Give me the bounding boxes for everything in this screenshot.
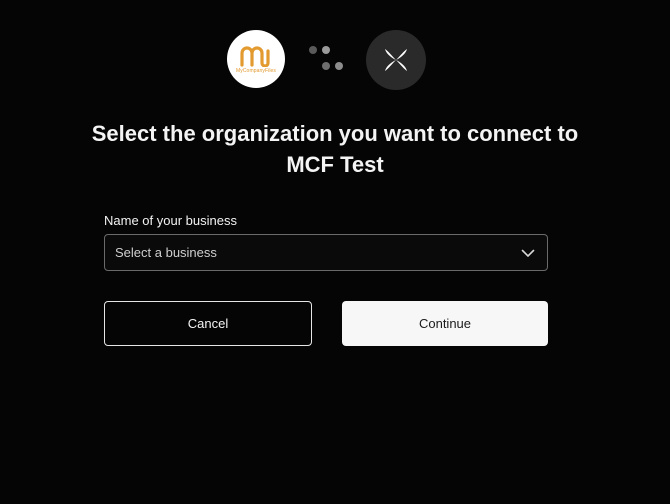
logos-row: MyCompanyFiles — [0, 30, 670, 90]
business-select[interactable]: Select a business — [104, 234, 548, 271]
continue-button[interactable]: Continue — [342, 301, 548, 346]
connect-organization-dialog: MyCompanyFiles Select the organization y… — [0, 0, 670, 504]
mycompanyfiles-logo-text: MyCompanyFiles — [235, 67, 277, 74]
cancel-button[interactable]: Cancel — [104, 301, 312, 346]
mycompanyfiles-logo: MyCompanyFiles — [227, 30, 285, 88]
xero-logo — [366, 30, 426, 90]
business-field-label: Name of your business — [104, 213, 237, 228]
connecting-dots-icon — [306, 44, 346, 74]
mycompanyfiles-logo-icon — [240, 45, 270, 67]
business-select-placeholder: Select a business — [115, 245, 217, 260]
chevron-down-icon — [521, 248, 535, 258]
page-title: Select the organization you want to conn… — [91, 121, 579, 177]
xero-x-icon — [385, 49, 407, 71]
